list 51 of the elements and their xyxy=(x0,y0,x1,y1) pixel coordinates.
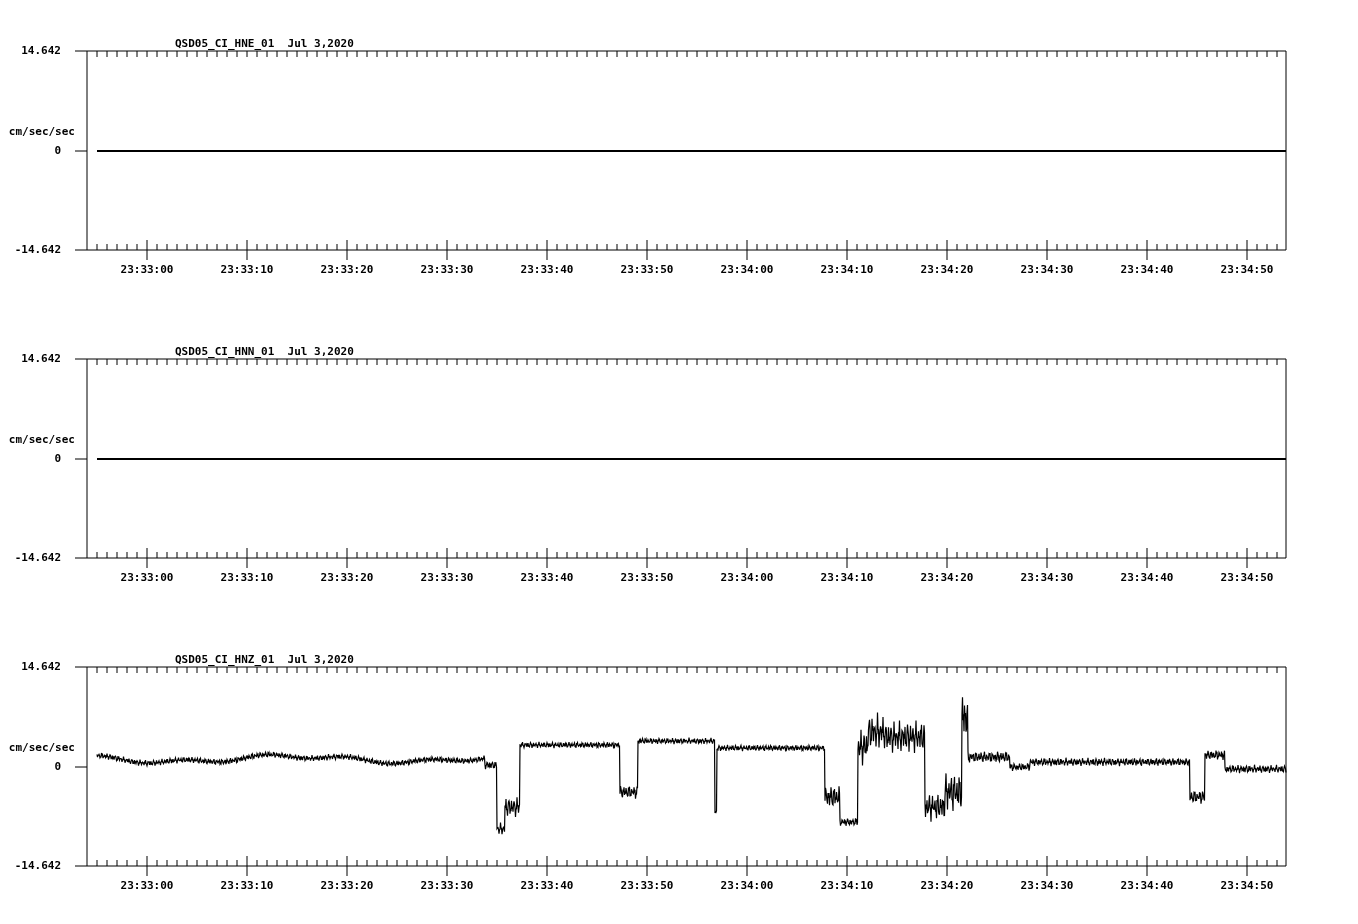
time-tick-label: 23:33:50 xyxy=(620,572,674,584)
time-tick-label: 23:34:30 xyxy=(1020,572,1074,584)
time-tick-label: 23:33:40 xyxy=(520,264,574,276)
y-axis-unit: cm/sec/sec xyxy=(8,742,75,754)
time-tick-label: 23:33:10 xyxy=(220,264,274,276)
time-tick-label: 23:34:30 xyxy=(1020,264,1074,276)
y-axis-zero: 0 xyxy=(54,145,61,157)
time-tick-label: 23:33:10 xyxy=(220,572,274,584)
y-axis-min: -14.642 xyxy=(14,552,61,564)
time-tick-label: 23:33:20 xyxy=(320,264,374,276)
time-tick-label: 23:33:00 xyxy=(120,264,174,276)
time-tick-label: 23:34:00 xyxy=(720,572,774,584)
time-tick-label: 23:34:30 xyxy=(1020,880,1074,892)
y-axis-zero: 0 xyxy=(54,453,61,465)
time-tick-label: 23:33:40 xyxy=(520,572,574,584)
time-tick-label: 23:33:00 xyxy=(120,880,174,892)
y-axis-unit: cm/sec/sec xyxy=(8,434,75,446)
y-axis-max: 14.642 xyxy=(21,45,61,57)
time-tick-label: 23:33:20 xyxy=(320,572,374,584)
time-tick-label: 23:34:20 xyxy=(920,880,974,892)
time-tick-label: 23:33:20 xyxy=(320,880,374,892)
time-tick-label: 23:34:10 xyxy=(820,880,874,892)
y-axis-min: -14.642 xyxy=(14,860,61,872)
y-axis-min: -14.642 xyxy=(14,244,61,256)
time-tick-label: 23:34:20 xyxy=(920,572,974,584)
y-axis-max: 14.642 xyxy=(21,353,61,365)
time-tick-label: 23:34:10 xyxy=(820,572,874,584)
time-tick-label: 23:33:30 xyxy=(420,880,474,892)
time-tick-label: 23:34:50 xyxy=(1220,572,1274,584)
y-axis-unit: cm/sec/sec xyxy=(8,126,75,138)
time-tick-label: 23:33:50 xyxy=(620,264,674,276)
time-tick-label: 23:34:50 xyxy=(1220,264,1274,276)
time-tick-label: 23:34:40 xyxy=(1120,572,1174,584)
y-axis-max: 14.642 xyxy=(21,661,61,673)
plot-title: QSD05_CI_HNE_01 Jul 3,2020 xyxy=(175,38,354,50)
y-axis-zero: 0 xyxy=(54,761,61,773)
time-tick-label: 23:33:00 xyxy=(120,572,174,584)
time-tick-label: 23:33:40 xyxy=(520,880,574,892)
time-tick-label: 23:34:10 xyxy=(820,264,874,276)
time-tick-label: 23:34:50 xyxy=(1220,880,1274,892)
time-tick-label: 23:33:10 xyxy=(220,880,274,892)
time-tick-label: 23:33:30 xyxy=(420,572,474,584)
time-tick-label: 23:34:20 xyxy=(920,264,974,276)
time-tick-label: 23:33:50 xyxy=(620,880,674,892)
time-tick-label: 23:34:40 xyxy=(1120,264,1174,276)
time-tick-label: 23:34:00 xyxy=(720,264,774,276)
time-tick-label: 23:33:30 xyxy=(420,264,474,276)
plot-title: QSD05_CI_HNN_01 Jul 3,2020 xyxy=(175,346,354,358)
plot-title: QSD05_CI_HNZ_01 Jul 3,2020 xyxy=(175,654,354,666)
time-tick-label: 23:34:00 xyxy=(720,880,774,892)
time-tick-label: 23:34:40 xyxy=(1120,880,1174,892)
